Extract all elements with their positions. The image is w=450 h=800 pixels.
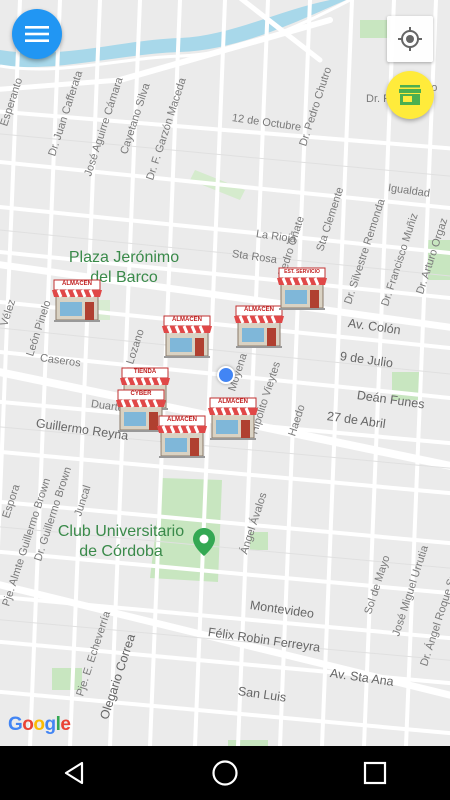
- home-button[interactable]: [195, 746, 255, 800]
- back-button[interactable]: [45, 746, 105, 800]
- store-marker[interactable]: EST. SERVICIO: [275, 266, 329, 310]
- back-triangle-icon: [64, 761, 84, 785]
- my-location-icon: [398, 27, 422, 51]
- current-location-dot: [217, 366, 235, 384]
- menu-button[interactable]: [12, 9, 62, 59]
- system-navigation-bar: [0, 746, 450, 800]
- stores-button[interactable]: [386, 71, 434, 119]
- store-marker[interactable]: ALMACEN: [160, 314, 214, 358]
- hamburger-menu-icon: [25, 26, 49, 42]
- store-marker[interactable]: ALMACEN: [50, 278, 104, 322]
- store-icon: [399, 85, 421, 105]
- my-location-button[interactable]: [387, 16, 433, 62]
- store-label: ALMACEN: [218, 399, 248, 405]
- recents-button[interactable]: [345, 746, 405, 800]
- recents-square-icon: [363, 761, 387, 785]
- poi-club-label[interactable]: Club Universitario de Córdoba: [46, 522, 196, 562]
- store-label: ALMACEN: [167, 417, 197, 423]
- map-pin-icon[interactable]: [193, 528, 215, 556]
- store-label: TIENDA: [133, 369, 157, 375]
- store-label: ALMACEN: [62, 281, 92, 287]
- store-marker[interactable]: ALMACEN: [232, 304, 286, 348]
- google-logo: Google: [8, 714, 71, 735]
- store-marker[interactable]: ALMACEN: [206, 396, 260, 440]
- store-marker[interactable]: ALMACEN: [155, 414, 209, 458]
- store-label: ALMACEN: [172, 317, 202, 323]
- store-label: EST. SERVICIO: [284, 269, 320, 275]
- store-label: CYBER: [130, 391, 152, 397]
- map-view[interactable]: Esperanto Dr. Juan Cafferata José Aguirr…: [0, 0, 450, 746]
- home-circle-icon: [212, 760, 238, 786]
